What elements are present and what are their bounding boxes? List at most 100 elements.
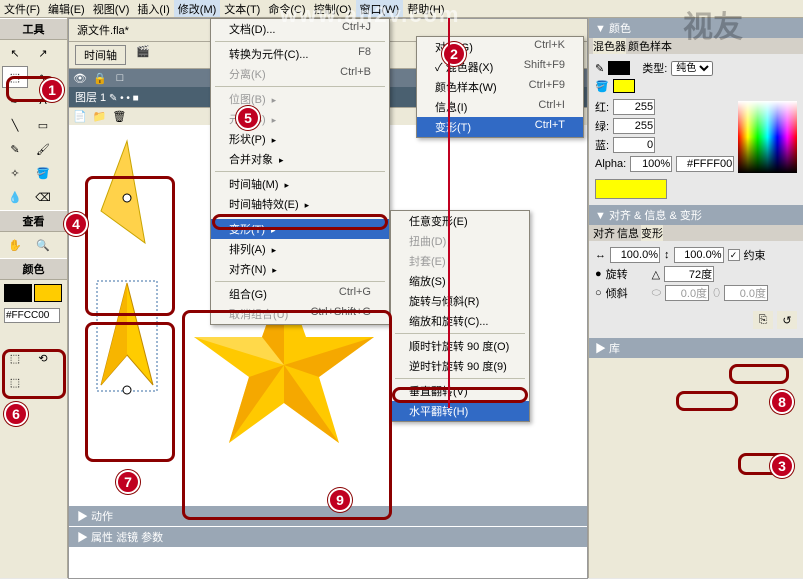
color-panel: ✎ 类型: 纯色 🪣 红: 绿: 蓝: Alpha: <box>589 54 803 205</box>
menu-item[interactable]: 合并对象 <box>211 149 389 169</box>
free-transform-tool[interactable]: ⬚ <box>2 66 28 88</box>
menu-item[interactable]: 顺时针旋转 90 度(O) <box>391 336 529 356</box>
tab-align[interactable]: 对齐 <box>593 225 615 241</box>
menu-item[interactable]: 任意变形(E) <box>391 211 529 231</box>
timeline-button[interactable]: 时间轴 <box>75 45 126 65</box>
red-input[interactable] <box>613 99 655 115</box>
height-input[interactable] <box>674 247 724 263</box>
type-label: 类型: <box>642 60 667 76</box>
properties-panel-header[interactable]: ▶ 属性 滤镜 参数 <box>69 527 587 547</box>
alpha-label: Alpha: <box>595 158 626 170</box>
reset-transform-button[interactable]: ↺ <box>777 311 797 329</box>
line-tool[interactable]: ╲ <box>2 114 28 136</box>
hand-tool[interactable]: ✋ <box>2 234 28 256</box>
skew-h-input[interactable] <box>665 285 709 301</box>
menu-item[interactable]: 水平翻转(H) <box>391 401 529 421</box>
tools-panel: 工具 ↖ ↗ ⬚ ∿ ✒ A ╲ ▭ ✎ 🖌 ✧ 🪣 💧 ⌫ 查看 ✋ 🔍 颜色… <box>0 18 68 578</box>
stroke-color[interactable] <box>608 61 630 75</box>
rotate-radio[interactable] <box>595 268 602 280</box>
menu-item[interactable]: 颜色样本(W)Ctrl+F9 <box>417 77 583 97</box>
angle-icon: △ <box>652 268 660 281</box>
library-panel-head[interactable]: ▶ 库 <box>589 338 803 358</box>
option-tool-1[interactable]: ⬚ <box>2 347 28 369</box>
bucket-tool[interactable]: 🪣 <box>30 162 56 184</box>
constrain-checkbox[interactable]: ✓ <box>728 249 740 261</box>
marker-6: 6 <box>4 402 28 426</box>
type-select[interactable]: 纯色 <box>671 61 713 76</box>
stroke-swatch[interactable] <box>4 284 32 302</box>
color-picker[interactable] <box>738 101 797 173</box>
outline-icon[interactable]: □ <box>113 72 127 84</box>
delete-layer-icon[interactable]: 🗑 <box>112 110 126 123</box>
skew-v-input[interactable] <box>724 285 768 301</box>
hex-input[interactable] <box>4 308 60 323</box>
annotation-line <box>448 18 450 408</box>
menu-item[interactable]: ✓ 混色器(X)Shift+F9 <box>417 57 583 77</box>
menu-item[interactable]: 组合(G)Ctrl+G <box>211 284 389 304</box>
width-input[interactable] <box>610 247 660 263</box>
ink-tool[interactable]: ✧ <box>2 162 28 184</box>
triangle-shape-2 <box>87 275 167 405</box>
menu-item[interactable]: 垂直翻转(V) <box>391 381 529 401</box>
menu-item[interactable]: 信息(I)Ctrl+I <box>417 97 583 117</box>
blue-input[interactable] <box>613 137 655 153</box>
menu-item[interactable]: 形状(P) <box>211 129 389 149</box>
hex-color-input[interactable] <box>676 156 734 172</box>
zoom-tool[interactable]: 🔍 <box>30 234 56 256</box>
green-input[interactable] <box>613 118 655 134</box>
fill-swatch[interactable] <box>34 284 62 302</box>
menu-4[interactable]: 修改(M) <box>174 0 221 17</box>
menu-0[interactable]: 文件(F) <box>0 0 44 17</box>
add-layer-icon[interactable]: 📄 <box>73 110 87 123</box>
add-folder-icon[interactable]: 📁 <box>93 110 107 123</box>
pencil-tool[interactable]: ✎ <box>2 138 28 160</box>
fill-color[interactable] <box>613 79 635 93</box>
menu-item[interactable]: 转换为元件(C)...F8 <box>211 44 389 64</box>
tab-info[interactable]: 信息 <box>617 225 639 241</box>
copy-transform-button[interactable]: ⎘ <box>753 311 773 329</box>
menu-1[interactable]: 编辑(E) <box>44 0 89 17</box>
eyedropper-tool[interactable]: 💧 <box>2 186 28 208</box>
triangle-shape-1 <box>87 133 167 263</box>
brush-tool[interactable]: 🖌 <box>30 138 56 160</box>
menu-2[interactable]: 视图(V) <box>89 0 134 17</box>
option-tool-3[interactable]: ⬚ <box>2 371 28 393</box>
color-preview <box>595 179 667 199</box>
tab-transform[interactable]: 变形 <box>641 225 663 241</box>
menu-item[interactable]: 变形(T)Ctrl+T <box>417 117 583 137</box>
tab-swatches[interactable]: 颜色样本 <box>628 38 672 54</box>
menu-item[interactable]: 缩放(S) <box>391 271 529 291</box>
transform-panel: ↔ ↕ ✓ 约束 旋转 △ 倾斜 ⬭ ⬯ ⎘ ↺ <box>589 241 803 338</box>
marker-3: 3 <box>770 454 794 478</box>
menu-item[interactable]: 旋转与倾斜(R) <box>391 291 529 311</box>
lock-icon[interactable]: 🔒 <box>93 72 107 85</box>
menu-item[interactable]: 时间轴(M) <box>211 174 389 194</box>
skew-radio[interactable] <box>595 287 602 299</box>
menu-item[interactable]: 变形(T) <box>211 219 389 239</box>
option-tool-2[interactable]: ⟲ <box>30 347 56 369</box>
menu-item: 位图(B) <box>211 89 389 109</box>
marker-1: 1 <box>40 78 64 102</box>
eye-icon[interactable]: 👁 <box>73 72 87 85</box>
menu-item[interactable]: 时间轴特效(E) <box>211 194 389 214</box>
alpha-input[interactable] <box>630 156 672 172</box>
actions-panel-header[interactable]: ▶ 动作 <box>69 506 587 526</box>
marker-8: 8 <box>770 390 794 414</box>
marker-2: 2 <box>442 42 466 66</box>
pen-tool[interactable]: ✒ <box>2 90 28 112</box>
menu-5[interactable]: 文本(T) <box>220 0 264 17</box>
transform-panel-head[interactable]: ▼ 对齐 & 信息 & 变形 <box>589 205 803 225</box>
menu-item[interactable]: 逆时针旋转 90 度(9) <box>391 356 529 376</box>
subselection-tool[interactable]: ↗ <box>30 42 56 64</box>
rect-tool[interactable]: ▭ <box>30 114 56 136</box>
angle-input[interactable] <box>664 266 714 282</box>
selection-tool[interactable]: ↖ <box>2 42 28 64</box>
tool-grid: ↖ ↗ ⬚ ∿ ✒ A ╲ ▭ ✎ 🖌 ✧ 🪣 💧 ⌫ <box>0 40 67 210</box>
menu-3[interactable]: 插入(I) <box>133 0 173 17</box>
scene-icon[interactable]: 🎬 <box>136 45 150 65</box>
eraser-tool[interactable]: ⌫ <box>30 186 56 208</box>
tab-mixer[interactable]: 混色器 <box>593 38 626 54</box>
menu-item[interactable]: 对齐(N) <box>211 259 389 279</box>
menu-item[interactable]: 排列(A) <box>211 239 389 259</box>
menu-item[interactable]: 缩放和旋转(C)... <box>391 311 529 331</box>
